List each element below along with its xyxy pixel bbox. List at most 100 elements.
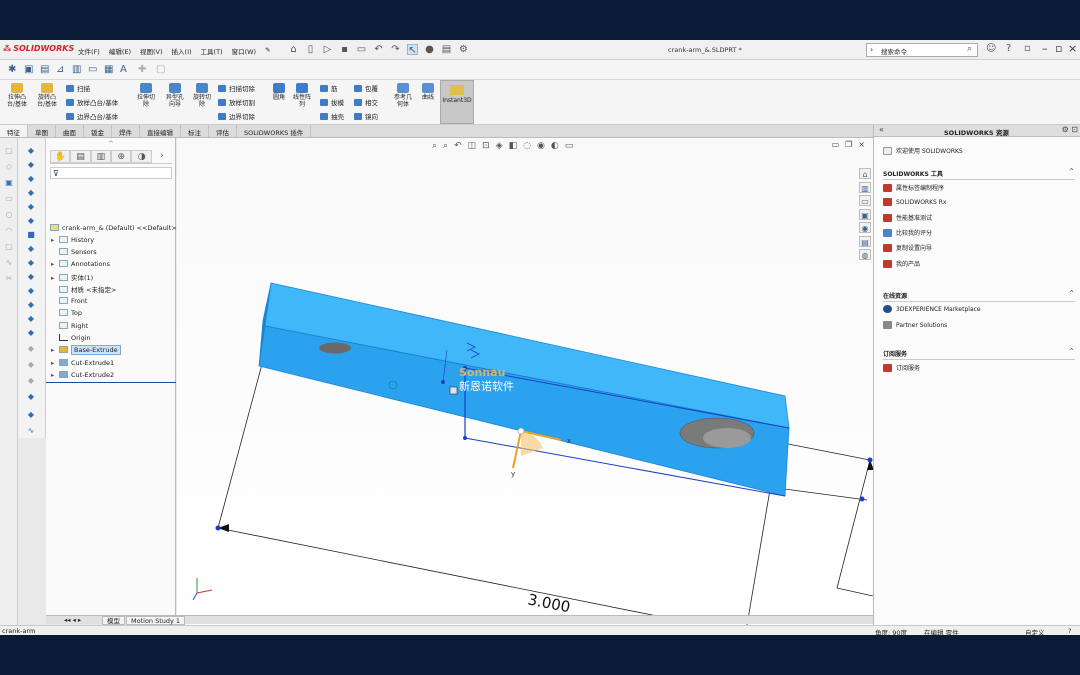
toolbar-feature-icon[interactable]: ✱: [8, 64, 19, 75]
rebuild-icon[interactable]: ●: [424, 44, 435, 55]
tree-item-cut-extrude1[interactable]: ▸ Cut-Extrude1: [51, 359, 114, 367]
minimize-icon[interactable]: –: [1042, 42, 1048, 55]
tab-surfaces[interactable]: 曲面: [56, 125, 84, 137]
menu-insert[interactable]: 插入(I): [172, 46, 192, 56]
small-hole[interactable]: [319, 342, 351, 354]
spline-tool-icon[interactable]: ∿: [4, 258, 14, 267]
pane-settings-icon[interactable]: ⚙ ⊡: [1062, 125, 1078, 134]
circle-tool-icon[interactable]: ○: [4, 210, 14, 219]
tools-item-3[interactable]: 性能基准测试: [883, 213, 932, 222]
triad-y-axis[interactable]: [512, 430, 522, 469]
restore-pane-icon[interactable]: ▫: [1024, 43, 1031, 54]
tab-sheet-metal[interactable]: 钣金: [84, 125, 112, 137]
welcome-link[interactable]: 欢迎使用 SOLIDWORKS: [883, 146, 963, 155]
tree-item-history[interactable]: ▸ History: [51, 236, 94, 244]
tree-item-front-plane[interactable]: Front: [51, 297, 87, 305]
feature-icon-19[interactable]: ◆: [26, 410, 36, 419]
tree-item-sensors[interactable]: Sensors: [51, 248, 97, 256]
pin-icon[interactable]: ✎: [265, 46, 270, 56]
view-palette-icon[interactable]: ▣: [859, 208, 871, 220]
close-icon[interactable]: ×: [1068, 42, 1077, 55]
tab-weldments[interactable]: 焊件: [112, 125, 140, 137]
toolbar-clip-icon[interactable]: ▥: [72, 64, 83, 75]
mirror-button[interactable]: 镜向: [354, 111, 378, 121]
extrude-cut-button[interactable]: 拉伸切 除: [134, 83, 158, 108]
section-collapse-icon[interactable]: ⌃: [1068, 289, 1075, 298]
feature-icon-9[interactable]: ◆: [26, 258, 36, 267]
feature-icon-5[interactable]: ◆: [26, 202, 36, 211]
custom-properties-icon[interactable]: ▤: [859, 235, 871, 247]
feature-icon-12[interactable]: ◆: [26, 300, 36, 309]
feature-icon-13[interactable]: ◆: [26, 314, 36, 323]
revolve-boss-button[interactable]: 旋转凸 台/基体: [34, 83, 60, 108]
section-collapse-icon[interactable]: ⌃: [1068, 167, 1075, 176]
toolbar-text-icon[interactable]: A: [120, 64, 131, 75]
section-subscription[interactable]: 订阅服务 ⌃: [883, 347, 1075, 360]
toolbar-drawing-icon[interactable]: ▤: [40, 64, 51, 75]
menu-view[interactable]: 视图(V): [140, 46, 163, 56]
maximize-icon[interactable]: ▫: [1055, 42, 1062, 55]
tree-item-origin[interactable]: Origin: [51, 334, 91, 342]
vertex-bottom[interactable]: [463, 436, 467, 440]
sketch-point-left[interactable]: [215, 525, 221, 531]
help-icon[interactable]: ?: [1006, 43, 1011, 54]
rollback-bar[interactable]: [46, 382, 176, 383]
toolbar-monitor-icon[interactable]: ▭: [88, 64, 99, 75]
display-manager-tab[interactable]: ◑: [131, 150, 152, 163]
design-library-icon[interactable]: ▥: [859, 181, 871, 193]
tab-addins[interactable]: SOLIDWORKS 插件: [237, 125, 312, 137]
smart-dim-icon[interactable]: ◇: [4, 162, 14, 171]
tree-item-base-extrude[interactable]: ▸ Base-Extrude: [51, 345, 121, 355]
rect-tool-icon[interactable]: ▭: [4, 194, 14, 203]
search-icon[interactable]: ⌕: [967, 44, 972, 54]
intersect-button[interactable]: 相交: [354, 97, 378, 107]
feature-manager-tab[interactable]: ✋: [50, 150, 71, 163]
feature-icon-15[interactable]: ◆: [26, 344, 36, 353]
reference-geometry-button[interactable]: 参考几 何体: [391, 83, 415, 108]
hole-wizard-button[interactable]: 异型孔 向导: [162, 83, 188, 108]
file-properties-icon[interactable]: ▤: [441, 44, 452, 55]
motion-study-tab[interactable]: Motion Study 1: [126, 616, 186, 625]
model-tab[interactable]: 模型: [102, 616, 125, 625]
sketch-point-top[interactable]: [867, 457, 873, 463]
tree-filter-input[interactable]: ⊽: [50, 167, 172, 179]
lofted-cut-button[interactable]: 放样切割: [218, 97, 255, 107]
file-explorer-icon[interactable]: ▭: [859, 195, 871, 206]
subscription-item-1[interactable]: 订阅服务: [883, 363, 920, 372]
shell-button[interactable]: 抽壳: [320, 111, 344, 121]
wrap-button[interactable]: 包覆: [354, 83, 378, 93]
curves-button[interactable]: 曲线: [418, 83, 438, 101]
section-online-resources[interactable]: 在线资源 ⌃: [883, 289, 1075, 302]
tree-item-right-plane[interactable]: Right: [51, 322, 88, 330]
draft-button[interactable]: 拔模: [320, 97, 344, 107]
feature-icon-16[interactable]: ◆: [26, 360, 36, 369]
boundary-cut-button[interactable]: 边界切除: [218, 111, 255, 121]
new-document-icon[interactable]: ▯: [305, 44, 316, 55]
sweep-button[interactable]: 扫描: [66, 83, 90, 93]
feature-icon-6[interactable]: ◆: [26, 216, 36, 225]
dimension-text[interactable]: 3.000: [526, 590, 572, 616]
more-tabs-chevron-icon[interactable]: ›: [152, 150, 172, 163]
line-tool-icon[interactable]: ▣: [4, 178, 14, 187]
status-help-icon[interactable]: ?: [1068, 627, 1071, 635]
tab-sketch[interactable]: 草图: [28, 125, 56, 137]
feature-icon-2[interactable]: ◆: [26, 160, 36, 169]
tools-item-1[interactable]: 属性标签编制程序: [883, 183, 944, 192]
rib-button[interactable]: 筋: [320, 83, 338, 93]
feature-icon-3[interactable]: ◆: [26, 174, 36, 183]
toolbar-grid-icon[interactable]: ▦: [104, 64, 115, 75]
collapse-pane-icon[interactable]: «: [879, 125, 884, 134]
scroll-arrows-icon[interactable]: ◂◂ ◂ ▸: [60, 616, 85, 625]
revolve-cut-button[interactable]: 旋转切 除: [190, 83, 214, 108]
tree-item-annotations[interactable]: ▸ Annotations: [51, 260, 110, 268]
toolbar-part-icon[interactable]: ▣: [24, 64, 35, 75]
linear-pattern-button[interactable]: 线性阵 列: [290, 83, 314, 108]
options-gear-icon[interactable]: ⚙: [458, 44, 469, 55]
feature-icon-11[interactable]: ◆: [26, 286, 36, 295]
configuration-manager-tab[interactable]: ▥: [90, 150, 112, 163]
home-icon[interactable]: ⌂: [288, 44, 299, 55]
menu-window[interactable]: 窗口(W): [232, 46, 257, 56]
arc-tool-icon[interactable]: ◠: [4, 226, 14, 235]
tree-item-material[interactable]: 材质 <未指定>: [51, 284, 116, 294]
print-icon[interactable]: ▭: [356, 44, 367, 55]
